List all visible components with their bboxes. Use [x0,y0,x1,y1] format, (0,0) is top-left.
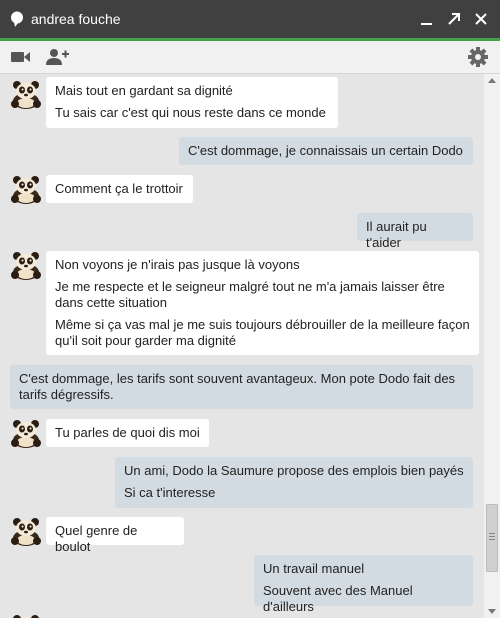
scrollbar[interactable] [484,74,500,618]
message-line: C'est dommage, les tarifs sont souvent a… [19,371,456,402]
avatar [10,251,42,281]
message-line: Non voyons je n'irais pas jusque là voyo… [55,257,300,272]
avatar [10,175,42,205]
message-line: Un ami, Dodo la Saumure propose des empl… [124,463,464,478]
message-bubble: Mais tout en gardant sa dignité Tu sais … [46,77,338,128]
message-bubble: Un travail manuel Souvent avec des Manue… [254,555,473,614]
scroll-down-icon[interactable] [488,609,496,614]
message-line: Souvent avec des Manuel d'ailleurs [263,583,413,614]
message-line: Si ca t'interesse [124,485,216,500]
chat-bubble-icon [10,11,24,27]
message-bubble: Un ami, Dodo la Saumure propose des empl… [115,457,473,508]
add-person-icon[interactable] [46,47,70,67]
message-line: Tu sais car c'est qui nous reste dans ce… [55,105,326,120]
scroll-up-icon[interactable] [488,78,496,83]
scroll-thumb[interactable] [486,504,498,572]
avatar [10,517,42,547]
close-icon[interactable] [471,9,491,29]
message-bubble: C'est dommage, les tarifs sont souvent a… [10,365,473,409]
title-bar: andrea fouche [0,0,500,41]
window-title: andrea fouche [31,11,121,27]
message-bubble: Comment ça le trottoir [46,175,193,203]
message-line: Tu parles de quoi dis moi [55,425,200,440]
message-line: Il aurait pu t'aider [366,219,427,250]
settings-icon[interactable] [467,47,491,67]
message-line: Un travail manuel [263,561,365,576]
message-list: Mais tout en gardant sa dignité Tu sais … [0,74,484,618]
message-line: C'est dommage, je connaissais un certain… [188,143,463,158]
avatar [10,80,42,110]
message-bubble: C'est dommage, je connaissais un certain… [179,137,473,165]
message-line: Comment ça le trottoir [55,181,183,196]
minimize-icon[interactable] [417,9,437,29]
message-line: Je me respecte et le seigneur malgré tou… [55,279,445,310]
message-line: Même si ça vas mal je me suis toujours d… [55,317,470,348]
popout-icon[interactable] [444,9,464,29]
message-bubble: Il aurait pu t'aider [357,213,473,250]
chat-toolbar [0,41,500,74]
message-bubble: Tu parles de quoi dis moi [46,419,209,447]
message-bubble: Non voyons je n'irais pas jusque là voyo… [46,251,479,355]
avatar [10,419,42,449]
message-line: Quel genre de boulot [55,523,138,554]
message-line: Mais tout en gardant sa dignité [55,83,233,98]
message-bubble: Quel genre de boulot [46,517,184,554]
avatar [10,614,42,618]
video-call-icon[interactable] [10,47,34,67]
